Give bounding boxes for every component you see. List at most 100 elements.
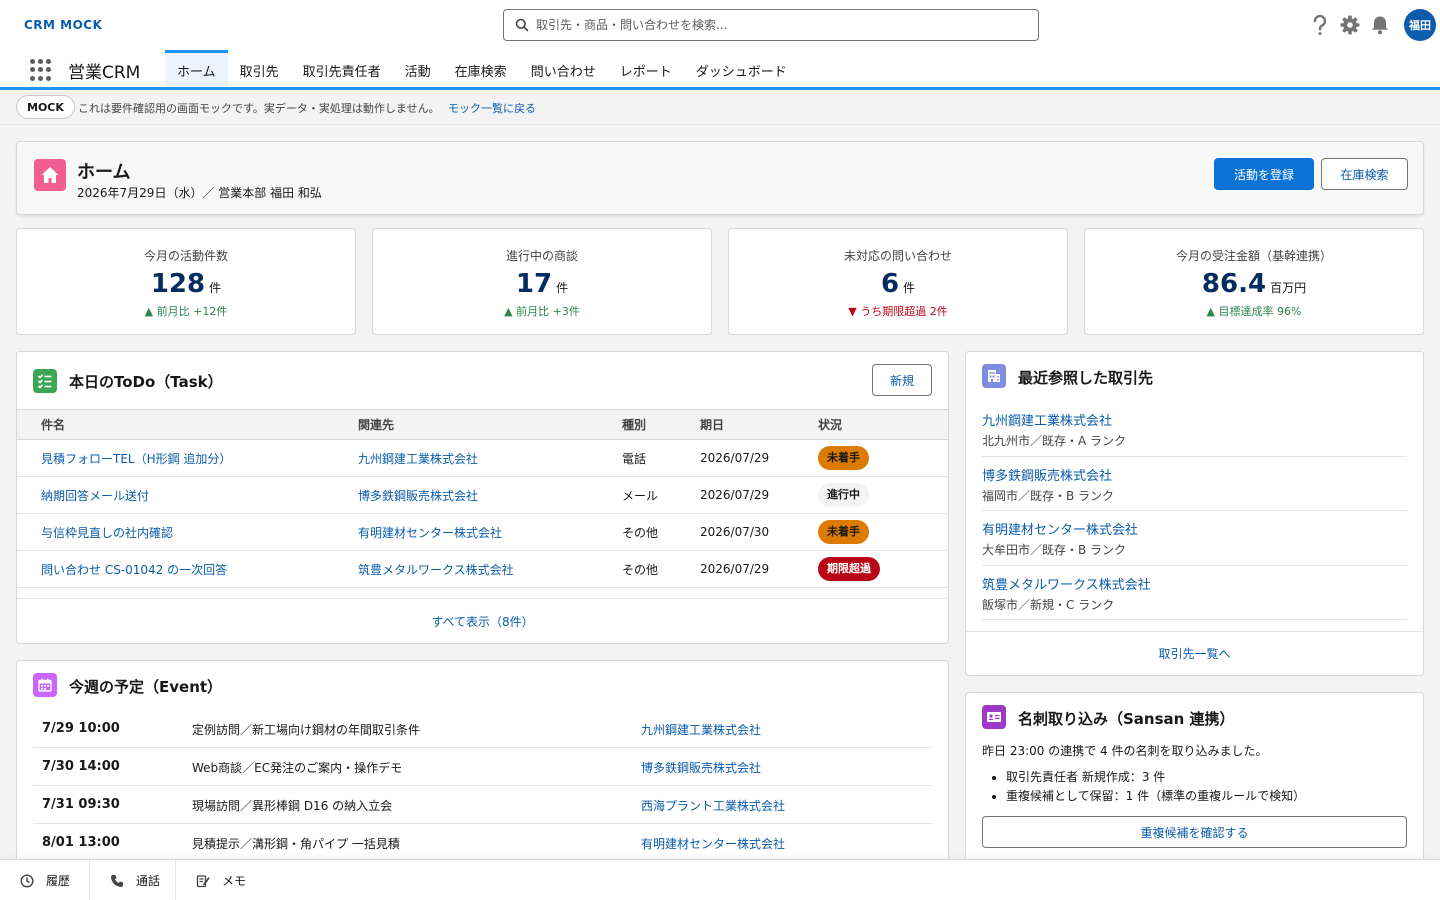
search-input[interactable] bbox=[536, 15, 1026, 35]
account-link[interactable]: 筑豊メタルワークス株式会社 bbox=[982, 574, 1407, 593]
tab-dashboards[interactable]: ダッシュボード bbox=[684, 50, 799, 87]
tab-stock-search[interactable]: 在庫検索 bbox=[443, 50, 519, 87]
task-type: メール bbox=[622, 476, 700, 514]
tab-contacts[interactable]: 取引先責任者 bbox=[291, 50, 393, 87]
clock-icon bbox=[20, 873, 34, 888]
list-item: 取引先責任者 新規作成：3 件 bbox=[1006, 768, 1305, 787]
event-account-link[interactable]: 九州鋼建工業株式会社 bbox=[641, 721, 761, 738]
kpi-card-activities: 今月の活動件数 128 件 ▲ 前月比 +12件 bbox=[16, 228, 356, 335]
kpi-value: 128 件 bbox=[150, 269, 222, 299]
home-icon bbox=[34, 159, 66, 191]
back-to-mock-list-link[interactable]: モック一覧に戻る bbox=[448, 100, 536, 116]
todo-table: 件名 関連先 種別 期日 状況 見積フォローTEL（H形鋼 追加分） 九州鋼建工… bbox=[17, 409, 948, 588]
view-all-tasks-link[interactable]: すべて表示（8件） bbox=[17, 598, 948, 644]
task-due: 2026/07/29 bbox=[700, 439, 818, 477]
col-subject[interactable]: 件名 bbox=[17, 409, 358, 440]
list-item[interactable]: 7/29 10:00 定例訪問／新工場向け鋼材の年間取引条件 九州鋼建工業株式会… bbox=[33, 710, 933, 748]
tab-reports[interactable]: レポート bbox=[608, 50, 684, 87]
event-account-link[interactable]: 有明建材センター株式会社 bbox=[641, 835, 785, 852]
account-link[interactable]: 博多鉄鋼販売株式会社 bbox=[982, 465, 1407, 484]
table-row: 問い合わせ CS-01042 の一次回答 筑豊メタルワークス株式会社 その他 2… bbox=[17, 550, 948, 588]
log-activity-button[interactable]: 活動を登録 bbox=[1214, 158, 1314, 190]
mock-badge: MOCK bbox=[16, 95, 75, 119]
kpi-label: 進行中の商談 bbox=[505, 249, 578, 263]
note-icon bbox=[196, 874, 210, 887]
account-list-link[interactable]: 取引先一覧へ bbox=[966, 631, 1423, 676]
utility-call[interactable]: 通話 bbox=[90, 860, 176, 900]
notification-bell-icon[interactable] bbox=[1368, 13, 1392, 37]
tab-inquiries[interactable]: 問い合わせ bbox=[519, 50, 608, 87]
event-time: 7/31 09:30 bbox=[42, 797, 120, 812]
status-badge: 進行中 bbox=[818, 483, 869, 507]
task-subject-link[interactable]: 見積フォローTEL（H形鋼 追加分） bbox=[41, 452, 231, 466]
user-avatar[interactable]: 福田 bbox=[1404, 9, 1436, 41]
event-subject: 現場訪問／異形棒鋼 D16 の納入立会 bbox=[192, 799, 393, 813]
related-account-link[interactable]: 有明建材センター株式会社 bbox=[358, 526, 502, 540]
table-row: 与信枠見直しの社内確認 有明建材センター株式会社 その他 2026/07/30 … bbox=[17, 513, 948, 551]
global-search[interactable] bbox=[503, 9, 1039, 41]
account-link[interactable]: 有明建材センター株式会社 bbox=[982, 519, 1407, 538]
utility-history[interactable]: 履歴 bbox=[0, 860, 90, 900]
recent-accounts-card: 最近参照した取引先 九州鋼建工業株式会社 北九州市／既存・A ランク 博多鉄鋼販… bbox=[965, 351, 1424, 676]
stock-search-button[interactable]: 在庫検索 bbox=[1321, 158, 1408, 190]
task-subject-link[interactable]: 問い合わせ CS-01042 の一次回答 bbox=[41, 563, 227, 577]
utility-label: メモ bbox=[222, 874, 247, 888]
task-type: その他 bbox=[622, 550, 700, 588]
settings-gear-icon[interactable] bbox=[1338, 13, 1362, 37]
event-time: 8/01 13:00 bbox=[42, 835, 120, 850]
building-icon bbox=[982, 364, 1006, 388]
recent-accounts-title: 最近参照した取引先 bbox=[1018, 369, 1154, 387]
kpi-value: 86.4 百万円 bbox=[1201, 269, 1307, 299]
table-row: 見積フォローTEL（H形鋼 追加分） 九州鋼建工業株式会社 電話 2026/07… bbox=[17, 439, 948, 477]
utility-notes[interactable]: メモ bbox=[176, 860, 262, 900]
list-item[interactable]: 8/01 13:00 見積提示／溝形鋼・角パイプ 一括見積 有明建材センター株式… bbox=[33, 824, 933, 862]
event-time: 7/30 14:00 bbox=[42, 759, 120, 774]
list-item[interactable]: 7/30 14:00 Web商談／EC発注のご案内・操作デモ 博多鉄鋼販売株式会… bbox=[33, 748, 933, 786]
todo-card: 本日のToDo（Task） 新規 件名 関連先 種別 期日 状況 見積フォローT… bbox=[16, 351, 949, 644]
utility-label: 履歴 bbox=[46, 874, 71, 888]
kpi-value: 6件 bbox=[880, 269, 916, 299]
account-meta: 大牟田市／既存・B ランク bbox=[982, 543, 1127, 557]
app-name: 営業CRM bbox=[68, 63, 141, 83]
utility-label: 通話 bbox=[136, 874, 161, 888]
related-account-link[interactable]: 筑豊メタルワークス株式会社 bbox=[358, 563, 514, 577]
tab-accounts[interactable]: 取引先 bbox=[228, 50, 291, 87]
col-status[interactable]: 状況 bbox=[818, 409, 948, 440]
table-row: 納期回答メール送付 博多鉄鋼販売株式会社 メール 2026/07/29 進行中 bbox=[17, 476, 948, 514]
table-header-row: 件名 関連先 種別 期日 状況 bbox=[17, 409, 948, 440]
task-list-icon bbox=[33, 369, 57, 393]
page-subtitle: 2026年7月29日（水）／ 営業本部 福田 和弘 bbox=[77, 186, 322, 200]
col-type[interactable]: 種別 bbox=[622, 409, 700, 440]
related-account-link[interactable]: 九州鋼建工業株式会社 bbox=[358, 452, 478, 466]
utility-bar: 履歴 通話 メモ bbox=[0, 859, 1440, 900]
col-related[interactable]: 関連先 bbox=[358, 409, 622, 440]
brand-logo[interactable]: CRM MOCK bbox=[24, 18, 102, 32]
page-header: ホーム 2026年7月29日（水）／ 営業本部 福田 和弘 活動を登録 在庫検索 bbox=[16, 141, 1424, 215]
task-subject-link[interactable]: 与信枠見直しの社内確認 bbox=[41, 526, 173, 540]
task-subject-link[interactable]: 納期回答メール送付 bbox=[41, 489, 149, 503]
kpi-label: 今月の活動件数 bbox=[143, 249, 228, 263]
event-subject: 定例訪問／新工場向け鋼材の年間取引条件 bbox=[192, 723, 421, 737]
trend-up-arrow-icon: ▲ bbox=[1206, 305, 1215, 318]
related-account-link[interactable]: 博多鉄鋼販売株式会社 bbox=[358, 489, 478, 503]
app-launcher-icon[interactable] bbox=[30, 59, 52, 81]
event-account-link[interactable]: 西海プラント工業株式会社 bbox=[641, 797, 785, 814]
account-link[interactable]: 九州鋼建工業株式会社 bbox=[982, 410, 1407, 429]
col-due[interactable]: 期日 bbox=[700, 409, 818, 440]
list-item: 九州鋼建工業株式会社 北九州市／既存・A ランク bbox=[982, 402, 1407, 457]
account-meta: 福岡市／既存・B ランク bbox=[982, 488, 1115, 503]
event-subject: Web商談／EC発注のご案内・操作デモ bbox=[192, 761, 403, 775]
trend-down-arrow-icon: ▼ bbox=[848, 305, 857, 318]
tab-activities[interactable]: 活動 bbox=[393, 50, 443, 87]
new-task-button[interactable]: 新規 bbox=[872, 364, 932, 396]
search-icon bbox=[515, 18, 529, 32]
tab-home[interactable]: ホーム bbox=[165, 50, 228, 87]
account-meta: 飯塚市／新規・C ランク bbox=[982, 597, 1115, 612]
list-item[interactable]: 7/31 09:30 現場訪問／異形棒鋼 D16 の納入立会 西海プラント工業株… bbox=[33, 786, 933, 824]
help-icon[interactable] bbox=[1308, 13, 1332, 37]
review-duplicates-button[interactable]: 重複候補を確認する bbox=[982, 816, 1407, 848]
status-badge: 未着手 bbox=[818, 446, 869, 470]
event-account-link[interactable]: 博多鉄鋼販売株式会社 bbox=[641, 759, 761, 776]
header-actions: 福田 bbox=[1310, 9, 1440, 41]
list-item: 有明建材センター株式会社 大牟田市／既存・B ランク bbox=[982, 511, 1407, 566]
